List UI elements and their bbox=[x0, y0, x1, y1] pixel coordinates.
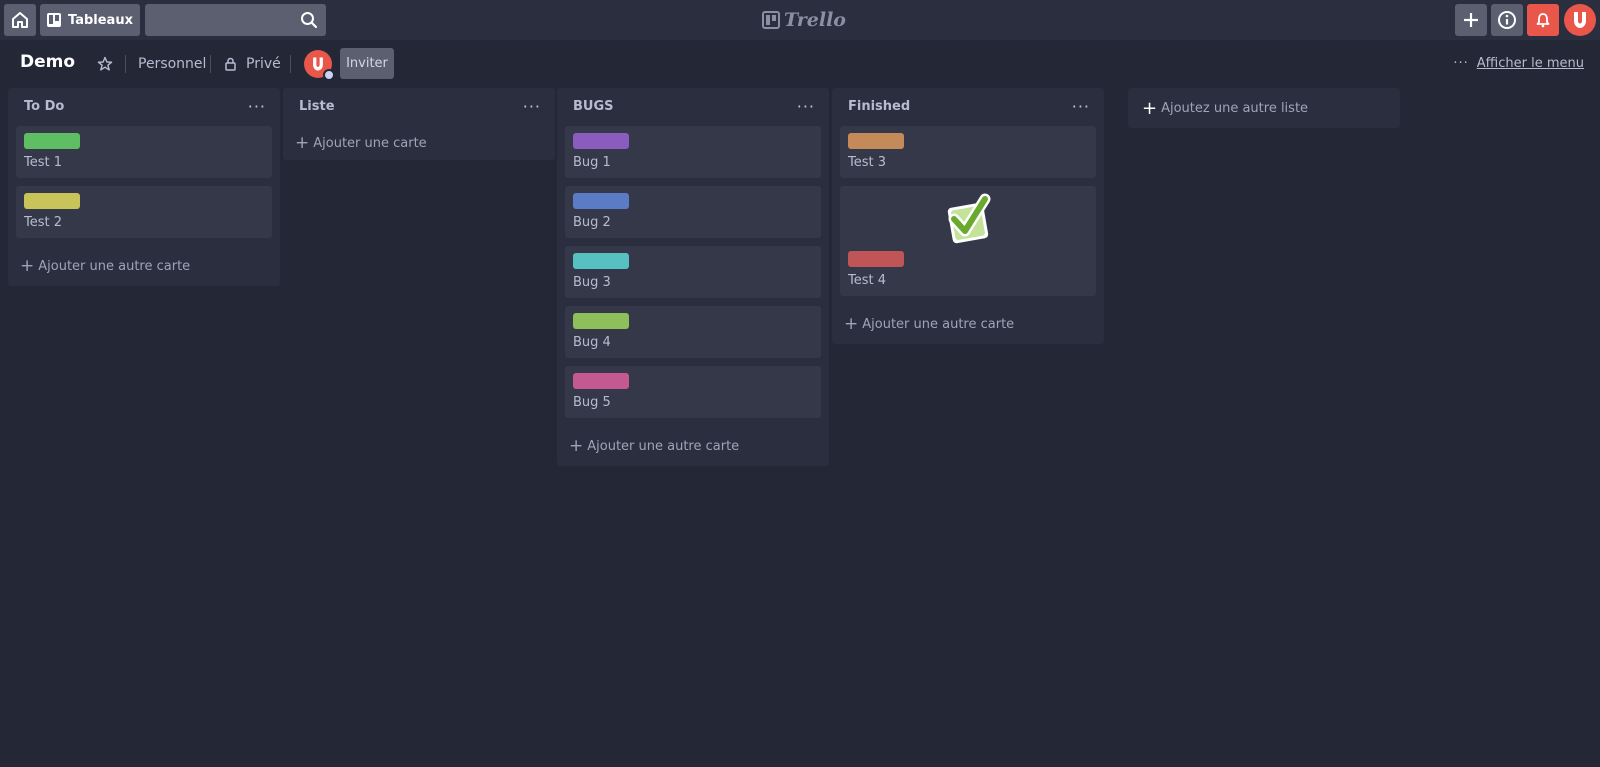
star-icon[interactable] bbox=[97, 56, 113, 72]
list-to-do: To Do ··· Test 1 Test 2 + Ajouter une au… bbox=[8, 88, 280, 286]
home-icon bbox=[12, 12, 28, 28]
list-finished: Finished ··· Test 3 Test 4 + Ajouter une… bbox=[832, 88, 1104, 344]
show-menu-button[interactable]: ··· Afficher le menu bbox=[1453, 56, 1584, 71]
trello-logo-icon bbox=[762, 11, 780, 29]
search-icon bbox=[301, 12, 318, 29]
create-button[interactable] bbox=[1455, 4, 1487, 36]
card-label[interactable] bbox=[573, 313, 629, 329]
card-label[interactable] bbox=[24, 133, 80, 149]
card-title: Test 2 bbox=[24, 215, 63, 230]
list-header: Finished ··· bbox=[832, 88, 1104, 126]
plus-icon: + bbox=[295, 133, 310, 153]
card-title: Bug 4 bbox=[573, 335, 611, 350]
card[interactable]: Bug 5 bbox=[565, 366, 821, 418]
card[interactable]: Bug 1 bbox=[565, 126, 821, 178]
card[interactable]: Bug 4 bbox=[565, 306, 821, 358]
list-title[interactable]: Liste bbox=[299, 99, 335, 114]
boards-label: Tableaux bbox=[68, 12, 133, 28]
card-label[interactable] bbox=[573, 373, 629, 389]
list-header: To Do ··· bbox=[8, 88, 280, 126]
card-title: Test 4 bbox=[848, 273, 887, 288]
card-label[interactable] bbox=[573, 133, 629, 149]
add-card-button[interactable]: + Ajouter une autre carte bbox=[557, 426, 829, 466]
card-label[interactable] bbox=[848, 251, 904, 267]
check-sticker-icon bbox=[947, 193, 991, 244]
plus-icon: + bbox=[20, 256, 35, 276]
list-header: BUGS ··· bbox=[557, 88, 829, 126]
notifications-button[interactable] bbox=[1527, 4, 1559, 36]
plus-icon: + bbox=[844, 314, 859, 334]
card-sticker bbox=[848, 193, 1088, 251]
add-card-button[interactable]: + Ajouter une carte bbox=[283, 126, 555, 160]
list-title[interactable]: To Do bbox=[24, 99, 64, 114]
card-label[interactable] bbox=[573, 253, 629, 269]
list-menu-icon[interactable]: ··· bbox=[523, 97, 541, 116]
lock-icon bbox=[225, 57, 236, 71]
invite-button[interactable]: Inviter bbox=[340, 48, 394, 79]
card-title: Bug 3 bbox=[573, 275, 611, 290]
card-title: Test 3 bbox=[848, 155, 887, 170]
user-avatar[interactable] bbox=[1564, 4, 1596, 36]
card[interactable]: Bug 3 bbox=[565, 246, 821, 298]
card[interactable]: Test 4 bbox=[840, 186, 1096, 296]
divider bbox=[210, 55, 211, 73]
bell-icon bbox=[1536, 13, 1550, 28]
card[interactable]: Bug 2 bbox=[565, 186, 821, 238]
plus-icon: + bbox=[1142, 97, 1158, 119]
card-title: Bug 5 bbox=[573, 395, 611, 410]
add-card-label: Ajouter une autre carte bbox=[38, 258, 191, 274]
add-list-label: Ajoutez une autre liste bbox=[1161, 100, 1309, 116]
logo-text: Trello bbox=[784, 9, 846, 31]
member-avatar[interactable] bbox=[304, 50, 335, 81]
plus-icon bbox=[1464, 13, 1478, 27]
card-label[interactable] bbox=[848, 133, 904, 149]
trello-logo[interactable]: Trello bbox=[762, 8, 846, 32]
avatar-u-icon bbox=[1574, 12, 1586, 28]
card-label[interactable] bbox=[573, 193, 629, 209]
top-header: Tableaux Trello bbox=[0, 0, 1600, 40]
card-title: Bug 1 bbox=[573, 155, 611, 170]
add-card-label: Ajouter une carte bbox=[313, 135, 427, 151]
list-title[interactable]: BUGS bbox=[573, 99, 614, 114]
list-title[interactable]: Finished bbox=[848, 99, 910, 114]
card-title: Test 1 bbox=[24, 155, 63, 170]
add-list-button[interactable]: + Ajoutez une autre liste bbox=[1128, 88, 1400, 128]
add-card-button[interactable]: + Ajouter une autre carte bbox=[8, 246, 280, 286]
card[interactable]: Test 1 bbox=[16, 126, 272, 178]
list-header: Liste ··· bbox=[283, 88, 555, 126]
card[interactable]: Test 2 bbox=[16, 186, 272, 238]
home-button[interactable] bbox=[4, 4, 36, 36]
divider bbox=[125, 55, 126, 73]
team-name[interactable]: Personnel bbox=[138, 56, 206, 72]
board-title[interactable]: Demo bbox=[20, 52, 75, 72]
search-input[interactable] bbox=[145, 4, 326, 36]
list-menu-icon[interactable]: ··· bbox=[797, 97, 815, 116]
plus-icon: + bbox=[569, 436, 584, 456]
card[interactable]: Test 3 bbox=[840, 126, 1096, 178]
info-icon bbox=[1498, 11, 1516, 29]
card-title: Bug 2 bbox=[573, 215, 611, 230]
list-menu-icon[interactable]: ··· bbox=[248, 97, 266, 116]
more-icon: ··· bbox=[1453, 56, 1469, 71]
admin-badge-icon bbox=[323, 69, 335, 81]
info-button[interactable] bbox=[1491, 4, 1523, 36]
divider bbox=[290, 55, 291, 73]
list-bugs: BUGS ··· Bug 1 Bug 2 Bug 3 Bug 4 Bug 5 +… bbox=[557, 88, 829, 466]
visibility-label[interactable]: Privé bbox=[246, 56, 281, 72]
add-card-label: Ajouter une autre carte bbox=[862, 316, 1015, 332]
add-card-button[interactable]: + Ajouter une autre carte bbox=[832, 304, 1104, 344]
list-liste: Liste ··· + Ajouter une carte bbox=[283, 88, 555, 160]
boards-icon bbox=[47, 13, 61, 27]
show-menu-label: Afficher le menu bbox=[1476, 56, 1584, 71]
boards-button[interactable]: Tableaux bbox=[40, 4, 140, 36]
add-card-label: Ajouter une autre carte bbox=[587, 438, 740, 454]
list-menu-icon[interactable]: ··· bbox=[1072, 97, 1090, 116]
card-label[interactable] bbox=[24, 193, 80, 209]
